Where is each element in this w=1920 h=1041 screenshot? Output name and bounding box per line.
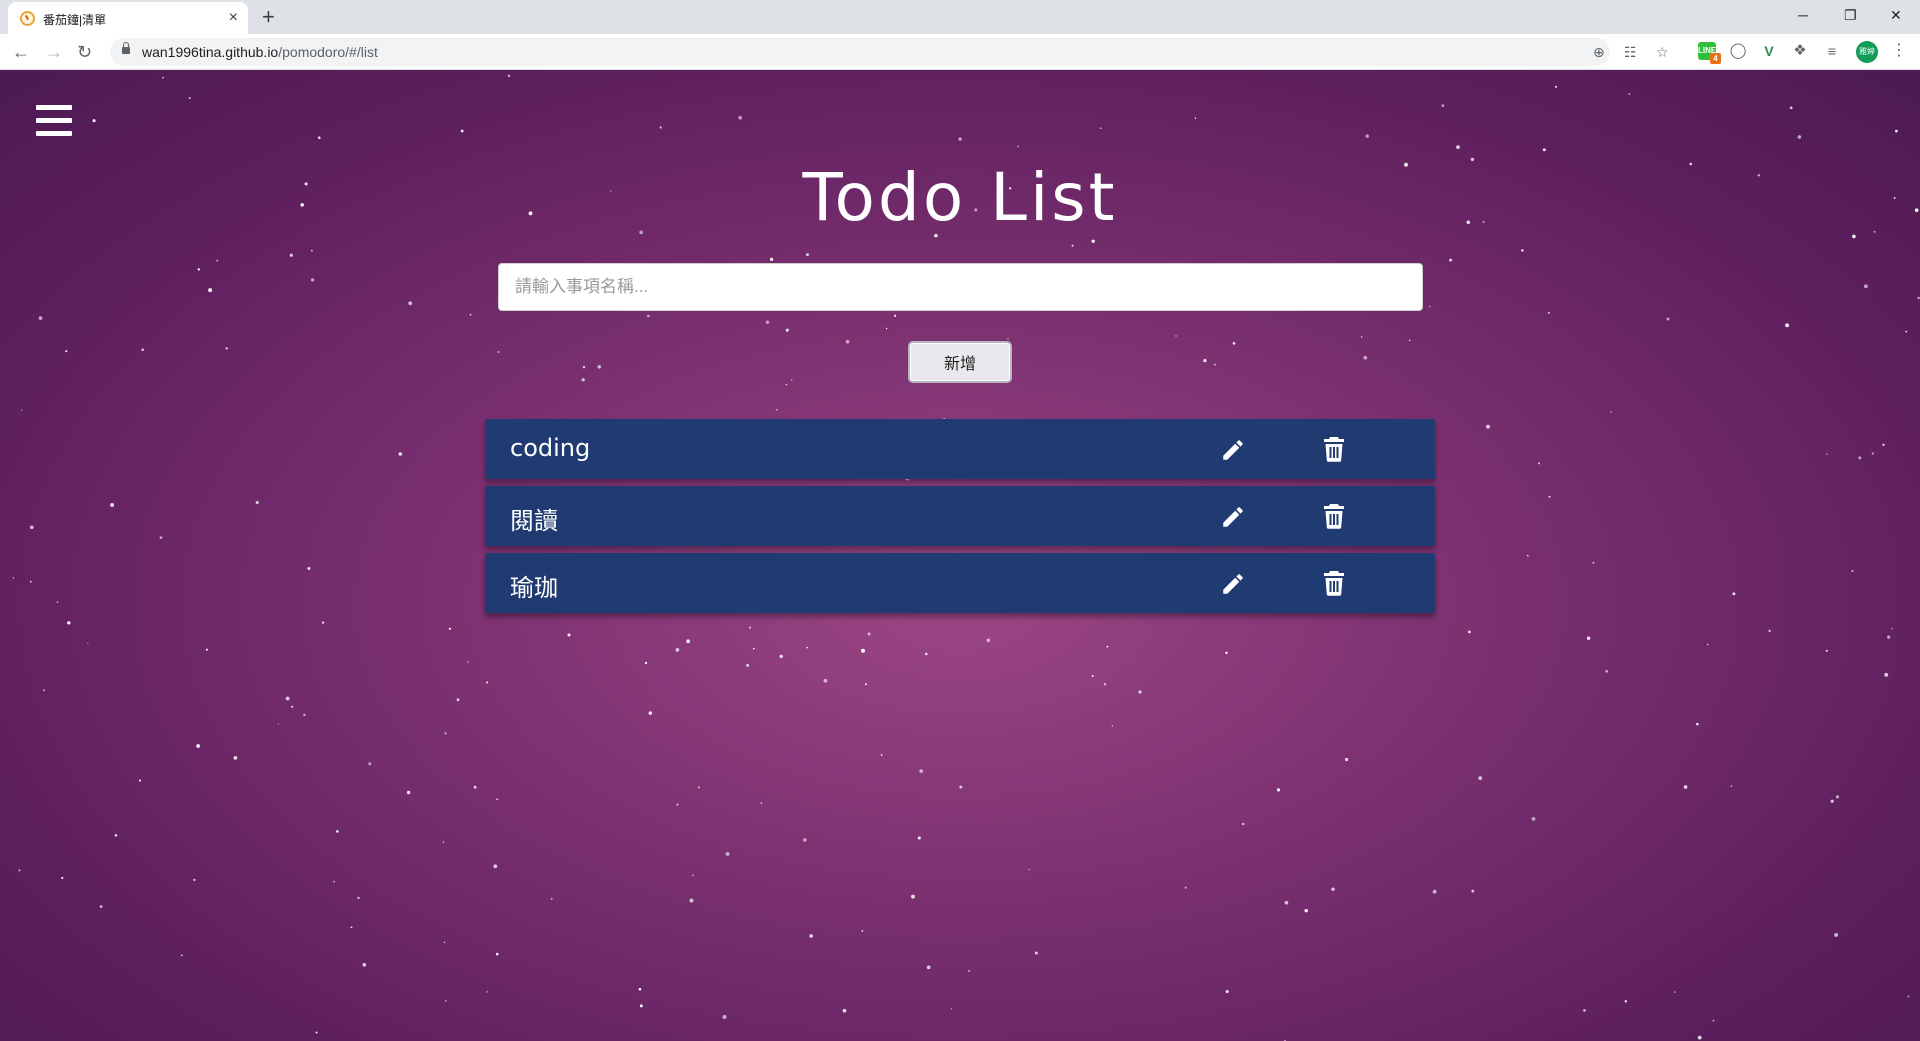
tomato-clock-favicon-icon	[20, 11, 35, 26]
close-window-button[interactable]: ✕	[1890, 2, 1902, 28]
vue-devtools-icon[interactable]: V	[1760, 42, 1778, 60]
browser-toolbar: ← → ↻ wan1996tina.github.io/pomodoro/#/l…	[0, 34, 1920, 70]
reading-list-icon[interactable]: ≡	[1823, 42, 1841, 60]
browser-tab[interactable]: 番茄鐘|清單 ×	[8, 2, 248, 34]
forward-button[interactable]: →	[45, 40, 63, 64]
bookmark-star-icon[interactable]: ☆	[1656, 42, 1669, 62]
todo-item: 閱讀	[485, 486, 1435, 546]
add-todo-button[interactable]: 新增	[908, 341, 1012, 383]
tab-title: 番茄鐘|清單	[43, 13, 107, 27]
new-tab-button[interactable]: +	[262, 4, 275, 30]
todo-item: 瑜珈	[485, 553, 1435, 613]
extension-badge: 4	[1710, 53, 1721, 64]
todo-page: Todo List 新增 coding 閱讀 瑜珈	[0, 71, 1920, 1041]
translate-icon[interactable]: ☷	[1624, 42, 1637, 62]
more-menu-icon[interactable]: ⋮	[1890, 42, 1908, 60]
todo-text: coding	[510, 434, 591, 462]
minimize-button[interactable]: ─	[1798, 2, 1808, 28]
pencil-icon[interactable]	[1220, 571, 1246, 597]
trash-icon[interactable]	[1322, 503, 1346, 529]
lock-icon	[122, 42, 130, 54]
tab-close-icon[interactable]: ×	[229, 8, 238, 28]
line-extension-icon[interactable]: LINE 4	[1698, 42, 1721, 64]
hamburger-menu-icon[interactable]	[36, 105, 72, 137]
todo-text: 瑜珈	[510, 574, 558, 602]
profile-avatar[interactable]: 雅婷	[1856, 41, 1878, 63]
address-bar[interactable]: wan1996tina.github.io/pomodoro/#/list ⊕ …	[110, 38, 1669, 66]
reload-button[interactable]: ↻	[77, 40, 92, 64]
restore-button[interactable]: ❐	[1844, 2, 1857, 28]
trash-icon[interactable]	[1322, 436, 1346, 462]
todo-name-input[interactable]	[498, 263, 1423, 311]
trash-icon[interactable]	[1322, 570, 1346, 596]
page-title: Todo List	[802, 159, 1118, 236]
url-text: wan1996tina.github.io/pomodoro/#/list	[142, 44, 378, 60]
todo-text: 閱讀	[510, 507, 558, 535]
circle-extension-icon[interactable]: ◯	[1729, 42, 1747, 60]
todo-item: coding	[485, 419, 1435, 479]
browser-tab-bar: 番茄鐘|清單 × + ─ ❐ ✕	[0, 0, 1920, 34]
puzzle-extensions-icon[interactable]: ❖	[1791, 42, 1809, 60]
pencil-icon[interactable]	[1220, 504, 1246, 530]
install-app-icon[interactable]: ⊕	[1593, 42, 1605, 62]
pencil-icon[interactable]	[1220, 437, 1246, 463]
todo-list: coding 閱讀 瑜珈	[485, 419, 1435, 620]
back-button[interactable]: ←	[12, 40, 30, 64]
